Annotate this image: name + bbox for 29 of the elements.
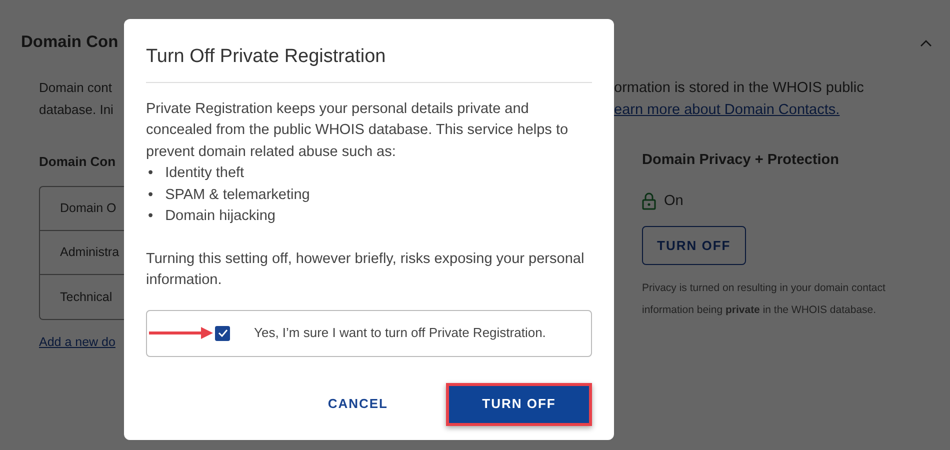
dialog-text: Private Registration keeps your personal details private and concealed from the public WHOIS database. This service helps to prevent domain related abuse such as:: [146, 100, 570, 162]
bullet-item: Domain hijacking: [165, 207, 276, 226]
intro-text: ormation is stored in the WHOIS public: [614, 80, 864, 96]
privacy-note: Privacy is turned on resulting in your domain contact information being private in the WHOIS database.: [642, 281, 886, 318]
privacy-heading: Domain Privacy + Protection: [642, 151, 840, 170]
bullet-item: SPAM & telemarketing: [165, 186, 310, 204]
section-title: Domain Con: [20, 33, 118, 51]
contact-type: Administra: [60, 244, 120, 262]
add-contact-link[interactable]: Add a new do: [39, 335, 116, 349]
contacts-heading: Domain Con: [39, 154, 116, 169]
bullet-marker: •: [148, 164, 154, 183]
intro-text: Domain cont: [39, 80, 112, 95]
checkbox[interactable]: [215, 326, 230, 340]
bullet-marker: •: [148, 186, 154, 204]
bullet-marker: •: [148, 207, 154, 226]
confirm-button[interactable]: TURN OFF: [446, 382, 592, 426]
check-icon: [218, 329, 228, 337]
cancel-button[interactable]: CANCEL: [318, 386, 398, 422]
intro-text: database. Ini: [39, 102, 114, 117]
confirm-label: Yes, I’m sure I want to turn off Private Registration.: [254, 324, 546, 342]
turn-off-button[interactable]: TURN OFF: [642, 226, 746, 266]
contact-type: Technical: [60, 288, 112, 306]
contact-type: Domain O: [60, 200, 116, 218]
bullet-item: Identity theft: [165, 164, 244, 183]
learn-more-link[interactable]: earn more about Domain Contacts.: [614, 102, 840, 118]
dialog-title: Turn Off Private Registration: [146, 46, 386, 67]
chevron-up-icon[interactable]: [920, 38, 932, 46]
privacy-status: On: [664, 192, 684, 211]
warning-text: Turning this setting off, however briefly, risks exposing your personal information.: [146, 250, 586, 290]
